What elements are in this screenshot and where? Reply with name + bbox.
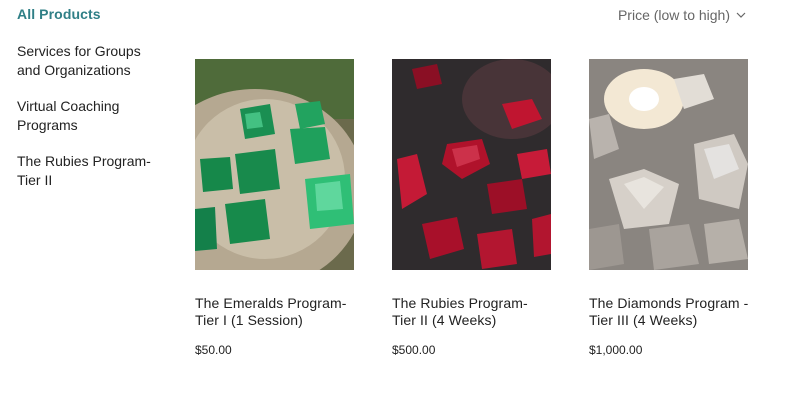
product-image-diamonds[interactable] (589, 59, 748, 270)
sort-label: Price (low to high) (617, 7, 730, 23)
sort-dropdown[interactable]: Price (low to high) (618, 7, 746, 23)
product-price-diamonds: $1,000.00 (589, 343, 643, 357)
all-products-link[interactable]: All Products (17, 6, 167, 22)
product-image-emeralds[interactable] (195, 59, 354, 270)
product-name-emeralds[interactable]: The Emeralds Program- Tier I (1 Session) (195, 295, 355, 329)
chevron-down-icon (736, 12, 746, 18)
product-price-rubies: $500.00 (392, 343, 436, 357)
product-card-rubies[interactable]: The Rubies Program- Tier II (4 Weeks) $5… (392, 59, 552, 357)
product-card-diamonds[interactable]: The Diamonds Program - Tier III (4 Weeks… (589, 59, 749, 357)
category-sidebar: All Products Services for Groups and Org… (17, 6, 167, 207)
product-image-rubies[interactable] (392, 59, 551, 270)
sidebar-item-virtual-coaching[interactable]: Virtual Coaching Programs (17, 97, 167, 135)
product-name-diamonds[interactable]: The Diamonds Program - Tier III (4 Weeks… (589, 295, 749, 329)
product-name-rubies[interactable]: The Rubies Program- Tier II (4 Weeks) (392, 295, 552, 329)
product-price-emeralds: $50.00 (195, 343, 232, 357)
product-card-emeralds[interactable]: The Emeralds Program- Tier I (1 Session)… (195, 59, 355, 357)
sidebar-item-services-groups[interactable]: Services for Groups and Organizations (17, 42, 167, 80)
sidebar-item-rubies-program[interactable]: The Rubies Program- Tier II (17, 152, 167, 190)
